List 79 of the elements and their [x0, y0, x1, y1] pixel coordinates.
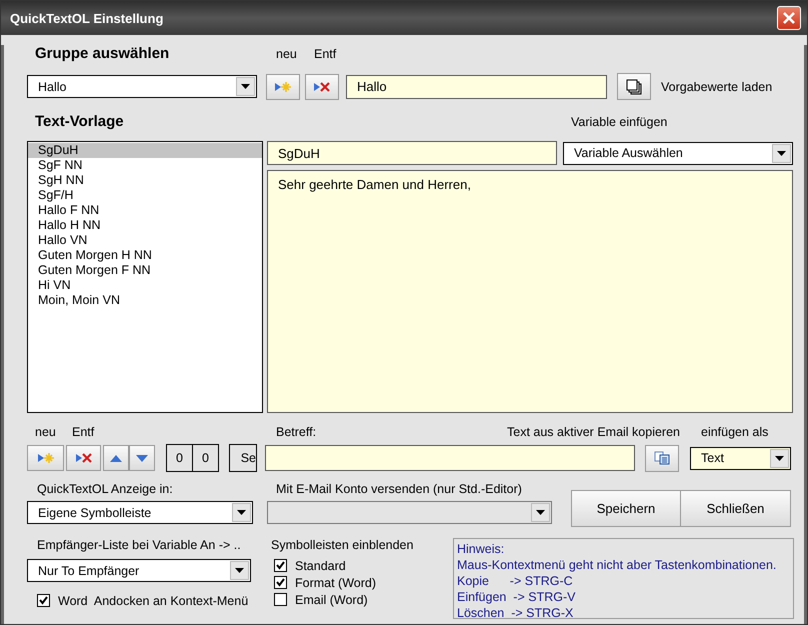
button-caption: neu: [35, 424, 57, 438]
field-label: Mit E-Mail Konto versenden (nur Std.-Editor): [276, 482, 523, 496]
cut-off-button[interactable]: Se: [229, 444, 257, 472]
new-button[interactable]: [266, 74, 300, 100]
delete-icon: [74, 452, 92, 464]
field-label: QuickTextOL Anzeige in:: [37, 482, 174, 496]
list-item[interactable]: SgF NN: [28, 158, 262, 173]
add-icon: [274, 80, 292, 92]
template-text-area[interactable]: Sehr geehrte Damen und Herren,: [267, 170, 793, 413]
button-caption: neu: [276, 46, 298, 60]
checkbox[interactable]: [274, 576, 287, 589]
group-label: Symbolleisten einblenden: [271, 538, 414, 552]
close-button[interactable]: [777, 6, 801, 30]
copy-icon: [654, 451, 670, 465]
list-item[interactable]: Guten Morgen F NN: [28, 263, 262, 278]
hint-text: Kopie -> STRG-C: [457, 573, 574, 589]
list-item[interactable]: Hi VN: [28, 278, 262, 293]
field-label: einfügen als: [701, 424, 768, 438]
caret-icon: [777, 150, 786, 156]
load-defaults-button[interactable]: [617, 73, 651, 100]
field-label: Text aus aktiver Email kopieren: [507, 424, 681, 438]
field-label: Variable einfügen: [571, 114, 668, 128]
insert-as-dropdown[interactable]: Text: [690, 446, 791, 470]
checkbox[interactable]: [274, 593, 287, 606]
field-label: Betreff:: [276, 424, 318, 438]
counter: 0: [193, 444, 219, 472]
move-up-button[interactable]: [103, 445, 129, 471]
counter: 0: [166, 444, 193, 472]
button-caption: Vorgabewerte laden: [661, 80, 772, 94]
copy-button[interactable]: [645, 444, 679, 472]
caret-icon: [237, 510, 246, 515]
new-button[interactable]: [27, 445, 64, 471]
hint-text: Löschen -> STRG-X: [457, 605, 574, 621]
caret-icon: [775, 456, 784, 460]
list-item[interactable]: Guten Morgen H NN: [28, 248, 262, 263]
section-heading: Text-Vorlage: [35, 113, 125, 130]
checkbox[interactable]: [37, 594, 50, 607]
save-button[interactable]: Speichern: [571, 490, 681, 527]
list-item[interactable]: SgF/H: [28, 188, 262, 203]
checkbox-label: Format (Word): [295, 576, 376, 590]
checkbox-label: Standard: [295, 558, 346, 572]
list-item[interactable]: SgH NN: [28, 173, 262, 188]
button-caption: Entf: [314, 46, 336, 60]
caret-icon: [241, 84, 250, 89]
move-down-button[interactable]: [129, 445, 155, 471]
checkbox-label: Word Andocken an Kontext-Menü: [58, 594, 248, 608]
caret-icon: [235, 568, 244, 573]
arrow-up-icon: [110, 454, 122, 462]
display-dropdown[interactable]: Eigene Symbolleiste: [27, 501, 253, 524]
check-icon: [39, 596, 48, 605]
list-item[interactable]: Hallo F NN: [28, 203, 262, 218]
list-item[interactable]: Moin, Moin VN: [28, 293, 262, 308]
add-icon: [36, 452, 54, 464]
group-dropdown[interactable]: Hallo: [27, 75, 257, 98]
checkbox-label: Email (Word): [295, 592, 368, 606]
delete-button[interactable]: [66, 445, 101, 471]
recipients-dropdown[interactable]: Nur To Empfänger: [27, 559, 251, 582]
field-label: Empfänger-Liste bei Variable An -> ..: [37, 538, 242, 552]
close-dialog-button[interactable]: Schließen: [681, 490, 791, 527]
window-title: QuickTextOL Einstellung: [10, 10, 164, 26]
delete-icon: [313, 80, 331, 92]
checkbox[interactable]: [274, 559, 287, 572]
hint-text: Hinweis:: [457, 541, 506, 557]
list-item[interactable]: Hallo H NN: [28, 218, 262, 233]
subject-field[interactable]: [265, 445, 635, 471]
list-item[interactable]: Hallo VN: [28, 233, 262, 248]
hint-text: Maus-Kontextmenü geht nicht aber Tastenkombinationen.: [457, 557, 778, 573]
button-caption: Entf: [72, 424, 96, 438]
pages-icon: [626, 78, 642, 94]
section-heading: Gruppe auswählen: [35, 45, 170, 62]
group-name-field[interactable]: Hallo: [346, 74, 607, 98]
arrow-down-icon: [136, 454, 148, 462]
caret-icon: [536, 510, 545, 515]
template-name-field[interactable]: SgDuH: [267, 141, 557, 165]
delete-button[interactable]: [305, 74, 339, 100]
variable-dropdown[interactable]: Variable Auswählen: [563, 142, 793, 164]
hint-text: Einfügen -> STRG-V: [457, 589, 576, 605]
list-item[interactable]: SgDuH: [28, 143, 262, 158]
close-icon: [782, 11, 796, 25]
